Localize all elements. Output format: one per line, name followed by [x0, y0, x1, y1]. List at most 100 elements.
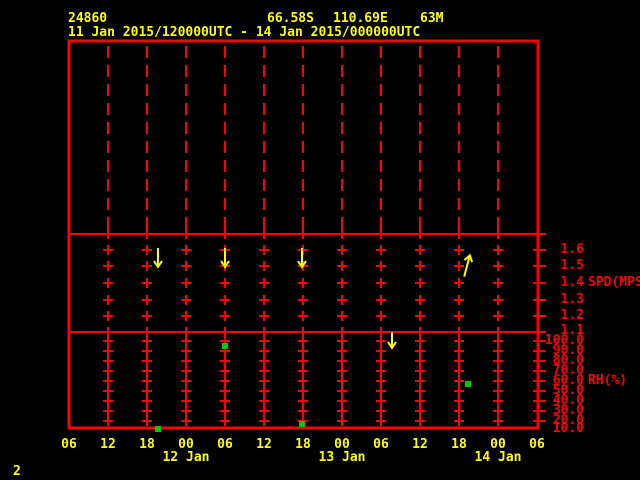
- rh-data-point: [222, 343, 228, 349]
- grid-plus-mark: [220, 406, 230, 416]
- grid-plus-mark: [337, 386, 347, 396]
- grid-plus-mark: [220, 376, 230, 386]
- grid-plus-mark: [103, 311, 113, 321]
- grid-plus-mark: [298, 311, 308, 321]
- grid-plus-mark: [103, 406, 113, 416]
- grid-plus-mark: [298, 346, 308, 356]
- grid-plus-mark: [454, 386, 464, 396]
- grid-plus-mark: [181, 406, 191, 416]
- grid-plus-mark: [376, 366, 386, 376]
- grid-plus-mark: [298, 295, 308, 305]
- grid-plus-mark: [181, 346, 191, 356]
- grid-plus-mark: [103, 356, 113, 366]
- grid-plus-mark: [337, 366, 347, 376]
- grid-plus-mark: [415, 295, 425, 305]
- grid-plus-mark: [103, 295, 113, 305]
- grid-plus-mark: [493, 278, 503, 288]
- grid-plus-mark: [493, 356, 503, 366]
- grid-plus-mark: [103, 366, 113, 376]
- grid-plus-mark: [493, 261, 503, 271]
- rh-data-point: [299, 421, 305, 427]
- grid-plus-mark: [103, 278, 113, 288]
- grid-plus-mark: [493, 346, 503, 356]
- time-tick-label: 18: [451, 438, 467, 451]
- grid-plus-mark: [220, 366, 230, 376]
- time-tick-label: 06: [61, 438, 77, 451]
- grid-plus-mark: [493, 245, 503, 255]
- grid-plus-mark: [415, 336, 425, 346]
- grid-plus-mark: [454, 295, 464, 305]
- grid-plus-mark: [220, 386, 230, 396]
- date-label: 13 Jan: [319, 451, 366, 464]
- grid-plus-mark: [493, 366, 503, 376]
- grid-plus-mark: [181, 396, 191, 406]
- grid-plus-mark: [259, 376, 269, 386]
- grid-plus-mark: [454, 336, 464, 346]
- grid-plus-mark: [337, 416, 347, 426]
- time-tick-label: 18: [139, 438, 155, 451]
- grid-plus-mark: [142, 278, 152, 288]
- grid-plus-mark: [376, 386, 386, 396]
- grid-plus-mark: [103, 261, 113, 271]
- grid-plus-mark: [337, 261, 347, 271]
- grid-plus-mark: [298, 376, 308, 386]
- grid-plus-mark: [298, 386, 308, 396]
- grid-plus-mark: [376, 376, 386, 386]
- grid-plus-mark: [103, 346, 113, 356]
- grid-plus-mark: [493, 295, 503, 305]
- grid-plus-mark: [103, 376, 113, 386]
- grid-plus-mark: [415, 366, 425, 376]
- time-tick-label: 12: [256, 438, 272, 451]
- grid-plus-mark: [298, 366, 308, 376]
- grid-plus-mark: [259, 311, 269, 321]
- grid-plus-mark: [376, 311, 386, 321]
- spd-tick-label: 1.3: [540, 293, 584, 306]
- grid-plus-mark: [376, 396, 386, 406]
- grid-plus-mark: [415, 278, 425, 288]
- grid-plus-mark: [259, 261, 269, 271]
- grid-plus-mark: [103, 336, 113, 346]
- grid-plus-mark: [337, 336, 347, 346]
- grid-plus-mark: [337, 311, 347, 321]
- grid-plus-mark: [454, 278, 464, 288]
- grid-plus-mark: [103, 416, 113, 426]
- grid-plus-mark: [259, 245, 269, 255]
- meteogram-canvas: 24860 66.58S 110.69E 63M 11 Jan 2015/120…: [0, 0, 640, 480]
- grid-plus-mark: [454, 396, 464, 406]
- grid-plus-mark: [220, 356, 230, 366]
- spd-tick-label: 1.4: [540, 276, 584, 289]
- rh-axis-title: RH(%): [588, 374, 627, 387]
- rh-tick-label: 10.0: [540, 422, 584, 435]
- grid-plus-mark: [493, 311, 503, 321]
- wind-arrow-down: [154, 248, 162, 267]
- grid-plus-mark: [181, 416, 191, 426]
- grid-plus-mark: [142, 346, 152, 356]
- grid-plus-mark: [415, 406, 425, 416]
- grid-plus-mark: [337, 346, 347, 356]
- grid-plus-mark: [493, 416, 503, 426]
- grid-plus-mark: [454, 366, 464, 376]
- grid-plus-mark: [259, 278, 269, 288]
- grid-plus-mark: [337, 356, 347, 366]
- grid-plus-mark: [298, 396, 308, 406]
- grid-plus-mark: [181, 278, 191, 288]
- grid-plus-mark: [259, 406, 269, 416]
- grid-plus-mark: [376, 336, 386, 346]
- grid-plus-mark: [142, 356, 152, 366]
- grid-plus-mark: [454, 346, 464, 356]
- grid-plus-mark: [454, 261, 464, 271]
- grid-plus-mark: [415, 356, 425, 366]
- grid-plus-mark: [298, 356, 308, 366]
- rh-data-point: [155, 426, 161, 432]
- spd-tick-label: 1.5: [540, 259, 584, 272]
- grid-plus-mark: [415, 386, 425, 396]
- grid-plus-mark: [181, 366, 191, 376]
- grid-plus-mark: [103, 386, 113, 396]
- spd-tick-label: 1.6: [540, 243, 584, 256]
- grid-plus-mark: [415, 245, 425, 255]
- grid-plus-mark: [493, 376, 503, 386]
- grid-plus-mark: [181, 386, 191, 396]
- grid-plus-mark: [220, 295, 230, 305]
- grid-plus-mark: [454, 311, 464, 321]
- grid-plus-mark: [337, 406, 347, 416]
